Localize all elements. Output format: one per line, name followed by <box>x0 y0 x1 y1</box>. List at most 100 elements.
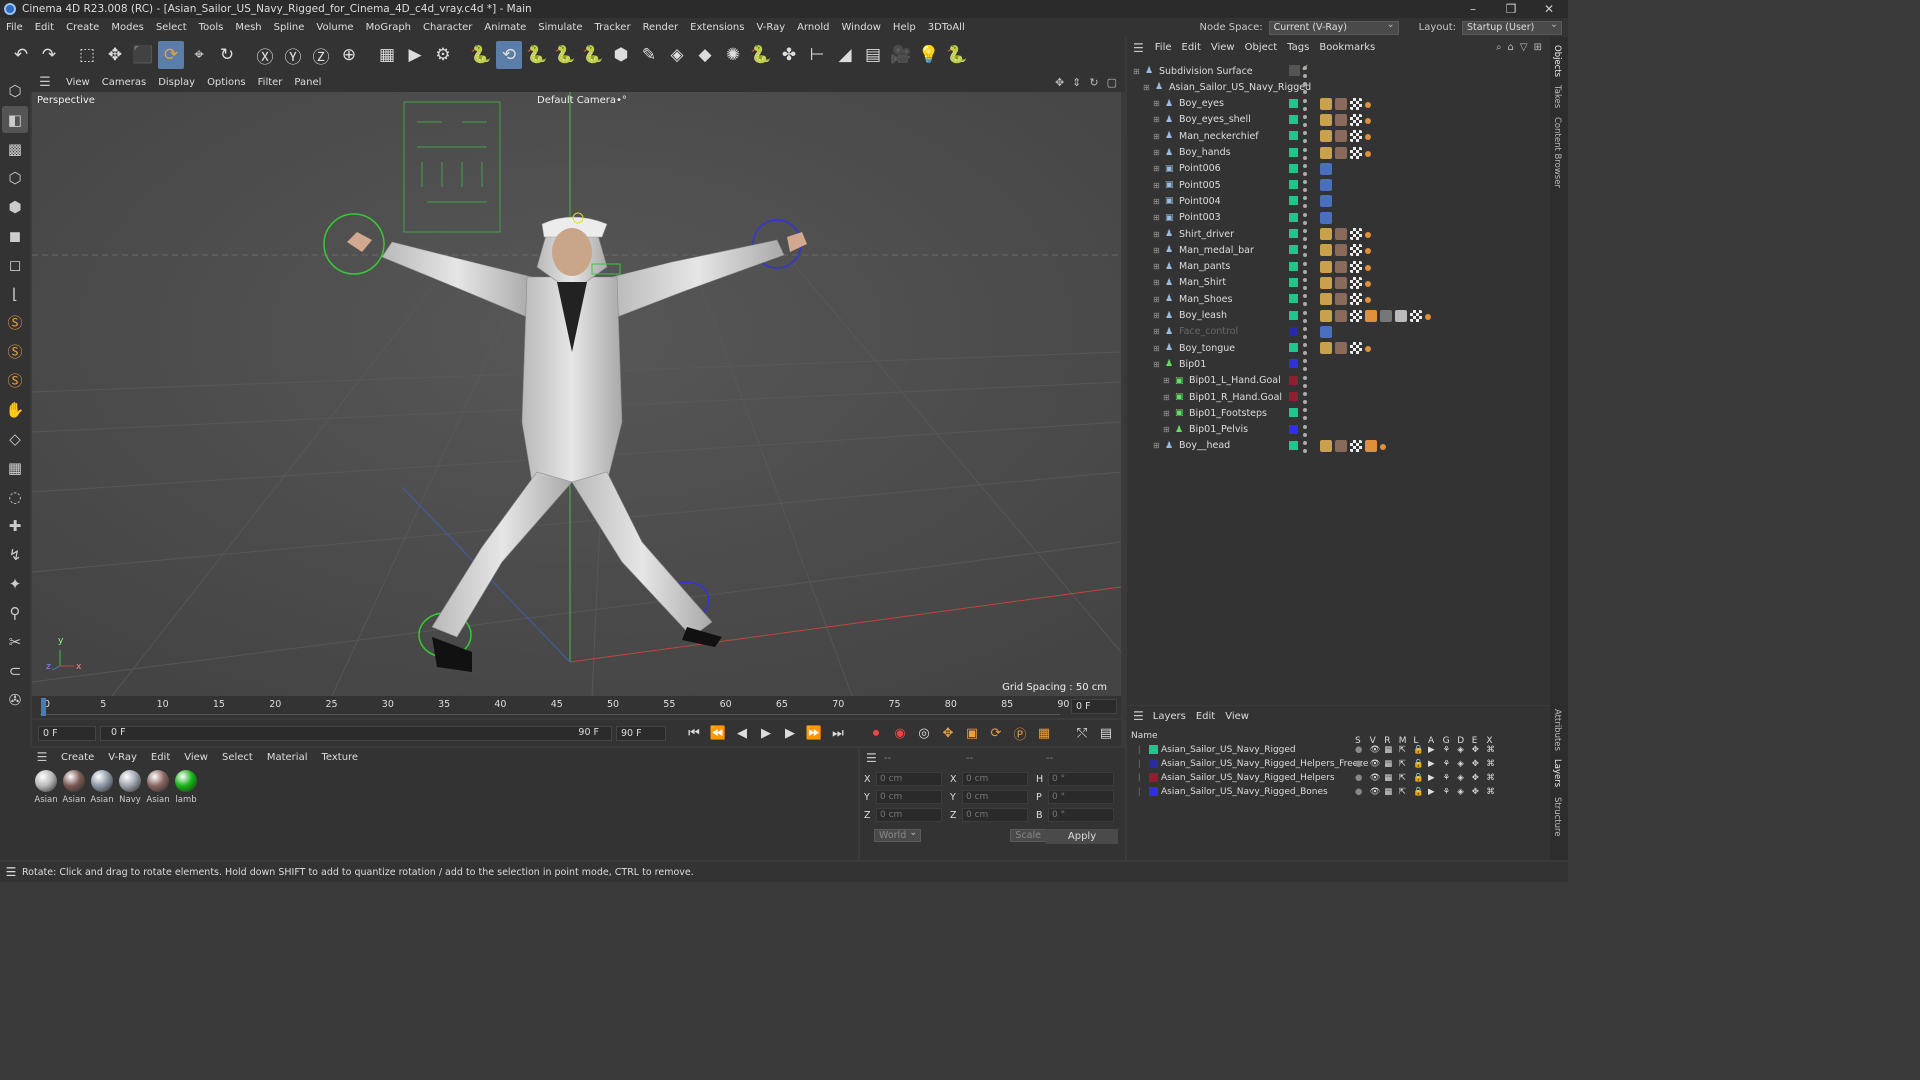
object-tag-icon[interactable] <box>1320 276 1332 289</box>
python-icon[interactable]: 🐍 <box>468 41 494 69</box>
expand-toggle-icon[interactable]: ⊞ <box>1153 327 1160 336</box>
material-swatch[interactable]: Navy <box>118 770 142 860</box>
layer-expand-icon[interactable]: │ <box>1137 788 1141 796</box>
object-name[interactable]: Boy_eyes_shell <box>1179 114 1251 125</box>
objects-menu-view[interactable]: View <box>1206 42 1240 53</box>
current-frame-field[interactable]: 0 F <box>1071 699 1117 714</box>
object-tag-icon[interactable] <box>1335 130 1347 143</box>
layer-name[interactable]: Asian_Sailor_US_Navy_Rigged_Bones <box>1161 787 1328 797</box>
coord-value-field[interactable]: 0 cm <box>962 808 1028 822</box>
recent-tool-icon[interactable]: ⌖ <box>186 41 212 69</box>
editor-visibility-dot[interactable] <box>1303 196 1307 201</box>
object-tag-icon[interactable] <box>1320 325 1332 338</box>
coord-value-field[interactable]: 0 cm <box>962 772 1028 786</box>
coord-value-field[interactable]: 0 ° <box>1048 790 1114 804</box>
render-visibility-dot[interactable] <box>1303 122 1307 127</box>
viewport-menu-panel[interactable]: Panel <box>288 77 327 88</box>
magnet-icon[interactable]: ⊂ <box>2 657 28 684</box>
layer-color-swatch[interactable] <box>1289 114 1298 124</box>
object-row[interactable]: ⊞ ♟ Boy_tongue <box>1127 340 1550 356</box>
expand-toggle-icon[interactable]: ⊞ <box>1153 213 1160 222</box>
rotate-key-icon[interactable]: ⟳ <box>986 723 1006 743</box>
move-key-icon[interactable]: ✥ <box>938 723 958 743</box>
snap-settings-icon[interactable]: Ⓢ <box>2 338 28 365</box>
object-tag-icon[interactable] <box>1320 309 1332 322</box>
timeline-icon[interactable]: ▤ <box>1096 723 1116 743</box>
object-tag-icon[interactable] <box>1365 280 1371 287</box>
object-name[interactable]: Bip01_Footsteps <box>1189 408 1267 419</box>
material-swatch[interactable]: Asian <box>90 770 114 860</box>
layer-color-swatch[interactable] <box>1289 375 1298 385</box>
expand-toggle-icon[interactable]: ⊞ <box>1143 83 1150 92</box>
object-tag-icon[interactable] <box>1350 97 1362 110</box>
viewport-menu-options[interactable]: Options <box>201 77 252 88</box>
layer-toggle-icon[interactable]: ⇱ <box>1399 787 1406 797</box>
layer-color-swatch[interactable] <box>1289 424 1298 434</box>
object-tag-icon[interactable] <box>1320 439 1332 452</box>
uv-mode-icon[interactable]: ◻ <box>2 251 28 278</box>
expand-toggle-icon[interactable]: ⊞ <box>1163 376 1170 385</box>
object-name[interactable]: Shirt_driver <box>1179 229 1234 240</box>
object-row[interactable]: ⊞ ▣ Point006 <box>1127 161 1550 177</box>
prev-key-icon[interactable]: ⏪ <box>708 723 728 743</box>
coord-value-field[interactable]: 0 cm <box>876 790 942 804</box>
node-space-select[interactable]: Current (V-Ray) <box>1268 19 1399 35</box>
spin-icon[interactable]: ⟲ <box>496 41 522 69</box>
editor-visibility-dot[interactable] <box>1303 424 1307 429</box>
render-visibility-dot[interactable] <box>1303 351 1307 356</box>
layer-toggle-icon[interactable]: ⇱ <box>1399 745 1406 755</box>
object-tag-icon[interactable] <box>1320 130 1332 143</box>
menu-character[interactable]: Character <box>417 22 478 33</box>
point-mode-icon[interactable]: ⬡ <box>2 164 28 191</box>
layer-toggle-icon[interactable]: ⚘ <box>1443 745 1451 755</box>
timeline-ruler[interactable]: 0 5 10 15 20 25 30 35 40 45 50 55 60 65 70 75 80 85 90 0 F <box>32 696 1121 718</box>
layer-color-swatch[interactable] <box>1289 294 1298 304</box>
layer-toggle-icon[interactable]: 🔒 <box>1413 759 1424 769</box>
menu-create[interactable]: Create <box>60 22 105 33</box>
object-name[interactable]: Bip01 <box>1179 359 1206 370</box>
editor-visibility-dot[interactable] <box>1303 392 1307 396</box>
layout-select[interactable]: Startup (User) <box>1462 19 1562 35</box>
material-menu-material[interactable]: Material <box>260 752 315 763</box>
expand-toggle-icon[interactable]: ⊞ <box>1153 99 1160 108</box>
object-tag-icon[interactable] <box>1335 260 1347 273</box>
object-tag-icon[interactable] <box>1320 342 1332 355</box>
viewport-move-icon[interactable]: ✥ <box>1055 76 1064 89</box>
layer-color-swatch[interactable] <box>1289 212 1298 222</box>
python-icon-2[interactable]: 🐍 <box>524 41 550 69</box>
render-visibility-dot[interactable] <box>1303 74 1307 78</box>
menu-vray[interactable]: V-Ray <box>750 22 791 33</box>
layer-toggle-icon[interactable]: ⌘ <box>1486 773 1495 783</box>
3d-viewport[interactable]: Perspective Default Camera•° Grid Spacin… <box>32 92 1121 696</box>
object-tag-icon[interactable] <box>1335 113 1347 126</box>
material-hamburger-icon[interactable]: ☰ <box>30 750 54 764</box>
expand-toggle-icon[interactable]: ⊞ <box>1153 441 1160 450</box>
expand-toggle-icon[interactable]: ⊞ <box>1153 262 1160 271</box>
object-row[interactable]: ⊞ ♟ Man_pants <box>1127 259 1550 275</box>
editor-visibility-dot[interactable] <box>1303 261 1307 266</box>
right-tab-objects[interactable]: Objects <box>1552 45 1562 77</box>
layer-toggle-icon[interactable]: ● <box>1355 787 1362 797</box>
layer-color-swatch[interactable] <box>1289 163 1298 173</box>
workplane-icon[interactable]: Ⓢ <box>2 367 28 394</box>
live-select-icon[interactable]: ⬚ <box>74 41 100 69</box>
layer-name[interactable]: Asian_Sailor_US_Navy_Rigged <box>1161 745 1296 755</box>
python-icon-5[interactable]: 🐍 <box>748 41 774 69</box>
end-frame-field[interactable]: 90 F <box>616 725 666 741</box>
object-name[interactable]: Subdivision Surface <box>1159 66 1253 77</box>
move-icon[interactable]: ✥ <box>102 41 128 69</box>
undo-icon[interactable]: ↶ <box>8 41 34 69</box>
python-icon-6[interactable]: 🐍 <box>944 41 970 69</box>
menu-mograph[interactable]: MoGraph <box>360 22 417 33</box>
render-visibility-dot[interactable] <box>1303 285 1307 290</box>
layer-toggle-icon[interactable]: 👁 <box>1370 787 1381 797</box>
render-visibility-dot[interactable] <box>1303 106 1307 111</box>
layer-toggle-icon[interactable]: ▦ <box>1384 773 1392 783</box>
layer-name[interactable]: Asian_Sailor_US_Navy_Rigged_Helpers <box>1161 773 1335 783</box>
render-settings-icon[interactable]: ⚙ <box>430 41 456 69</box>
editor-visibility-dot[interactable] <box>1303 131 1307 136</box>
editor-visibility-dot[interactable] <box>1303 375 1307 380</box>
object-row[interactable]: ⊞ ▣ Point003 <box>1127 210 1550 226</box>
material-swatch[interactable]: Asian <box>34 770 58 860</box>
layer-toggle-icon[interactable]: ✥ <box>1472 773 1479 783</box>
